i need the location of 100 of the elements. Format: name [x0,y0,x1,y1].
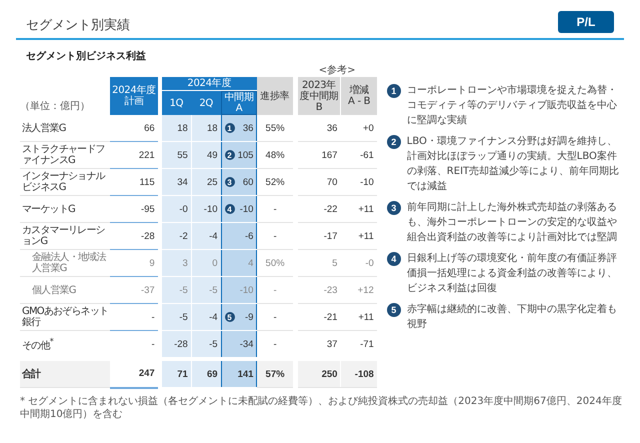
table-cell: 55 [177,150,188,160]
number-marker: 4 [386,252,401,266]
table-cell: +11 [358,204,374,214]
note-text: LBO・環境ファイナンス分野は好調を維持し、計画対比ほぼラップ通りの実績。大型LBO案件の剥落、REIT売却益減少等により、前年同期比では減益 [406,134,620,194]
row-label: マーケットG [20,196,110,222]
column-group-header: 2024年度 [162,77,257,90]
table-cell: 60 [242,176,254,188]
number-marker: 1 [386,84,401,98]
table-cell: 167 [322,150,338,160]
table-cell: -22 [324,204,338,214]
footnote: * セグメントに含まれない損益（各セグメントに未配賦の経費等）、および純投資株式の売却益（2023年度中間期67億円、2024年度中間期10億円）を含む [20,394,623,420]
table-cell: 49 [206,150,218,160]
number-marker: 2 [224,150,235,160]
table-cell: 57% [266,368,285,380]
table-cell: 250 [322,368,338,380]
table-cell: -10 [360,176,374,188]
row-label: ストラクチャードファイナンスG [20,142,110,168]
column-header: 増減 A - B [340,77,377,115]
table-cell: -95 [140,204,155,214]
section-title: セグメント別ビジネス利益 [26,50,147,63]
table-cell: 221 [138,150,155,160]
row-label: 法人営業G [20,115,110,142]
row-label: カスタマーリレーションG [20,222,110,250]
note-text: 赤字幅は継続的に改善、下期中の黒字化定着も視野 [406,302,618,332]
table-cell: - [273,284,277,296]
table-cell: 36 [242,122,254,134]
table-cell: - [273,230,277,242]
note-text: コーポレートローンや市場環境を捉えた為替・コモディティ等のデリバティブ販売収益を中心に堅調な実績 [406,84,618,128]
row-label: 個人営業G [20,276,110,304]
table-cell: -9 [244,312,254,322]
table-cell: 37 [326,338,338,350]
table-cell: -10 [204,204,218,214]
number-marker: 2 [386,135,401,149]
table-cell: -34 [240,338,254,350]
table-cell: -28 [174,338,188,350]
row-label: GMOあおぞらネット銀行 [20,304,110,330]
table-cell: 18 [206,122,218,134]
table-cell: -28 [140,230,155,242]
table-cell: 105 [238,150,254,160]
table-cell: -10 [240,204,254,214]
column-header: 2024年度計画 [110,77,158,115]
table-cell: 25 [206,176,218,188]
table-cell: -0 [365,258,374,268]
table-cell: -61 [360,150,374,160]
note-text: 日銀利上げ等の環境変化・前年度の有価証券評価損一括処理による資金利益の改善等により、ビジネス利益は回復 [406,252,618,296]
table-cell: 115 [140,176,155,188]
table-cell: -108 [354,368,374,380]
table-cell: -4 [209,312,218,322]
pl-badge: P/L [558,11,614,33]
table-cell: 4 [248,258,254,268]
table-cell: 52% [266,176,285,188]
column-header: 1Q [162,90,192,115]
number-marker: 4 [224,204,235,214]
table-cell: -21 [324,312,338,322]
number-marker: 3 [386,201,401,215]
table-cell: -4 [209,230,218,242]
table-cell: 50% [266,258,285,268]
table-cell: 55% [266,122,285,134]
table-cell: +11 [358,312,374,322]
table-cell: +11 [358,230,374,242]
table-cell: -23 [324,284,338,296]
table-cell: - [152,312,155,322]
table-cell: 66 [144,122,155,134]
table-cell: -5 [179,284,188,296]
table-cell: -6 [244,230,254,242]
table-cell: 71 [177,368,188,380]
table-cell: - [152,338,155,350]
table-cell: 48% [266,150,285,160]
row-label: 合計 [20,359,110,388]
table-cell: - [273,312,277,322]
column-header: 進捗率 [256,77,293,115]
table-cell: -37 [140,284,155,296]
column-header: 中間期 A [221,90,257,115]
number-marker: 5 [224,312,235,322]
table-cell: 36 [326,122,338,134]
table-cell: 5 [332,258,338,268]
table-cell: -5 [209,284,218,296]
table-cell: 247 [138,368,155,380]
number-marker: 1 [224,123,235,133]
table-cell: - [273,338,277,350]
table-cell: -17 [324,230,338,242]
table-cell: -10 [240,284,254,296]
table-cell: -5 [179,312,188,322]
table-cell: 9 [149,258,155,268]
table-cell: -0 [179,204,188,214]
table-cell: 141 [238,368,254,380]
table-cell: 34 [177,176,188,188]
table-cell: 69 [206,368,218,380]
table-cell: -2 [179,230,188,242]
reference-note: <参考> [318,65,356,76]
table-cell: 3 [182,258,188,268]
row-label: インターナショナルビジネスG [20,168,110,196]
table-cell: +12 [358,284,374,296]
number-marker: 3 [224,177,235,187]
number-marker: 5 [386,303,401,317]
table-cell: +0 [362,122,374,134]
table-cell: 18 [177,122,188,134]
unit-label: （単位：億円） [20,101,90,112]
column-header: 2023年度中間期B [298,77,341,115]
table-cell: -5 [209,338,218,350]
